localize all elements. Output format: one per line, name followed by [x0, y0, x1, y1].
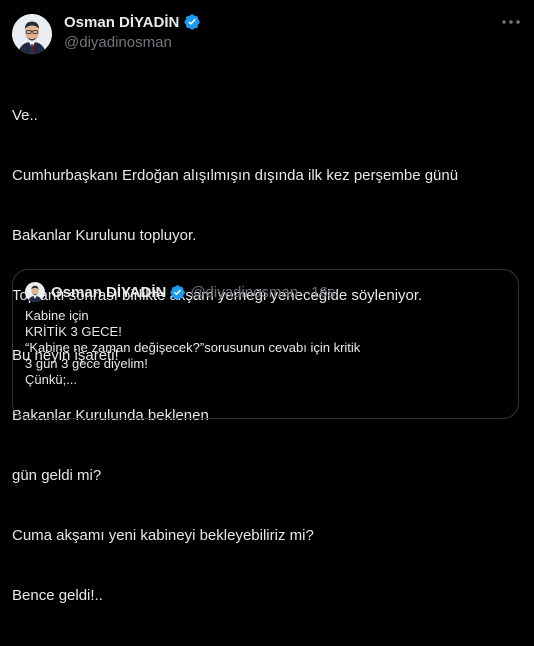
- tweet-text-line: Bence geldi!..: [12, 587, 103, 604]
- quoted-timestamp: 16s: [311, 283, 336, 301]
- more-options-button[interactable]: [498, 12, 524, 32]
- author-name-row: Osman DİYADİN: [64, 12, 201, 32]
- quoted-text-line: Kabine için: [25, 308, 89, 323]
- quoted-header: Osman DİYADİN @diyadinosman · 16s: [51, 282, 335, 302]
- quoted-text-line: 3 gün 3 gece diyelim!: [25, 356, 148, 371]
- quoted-author-handle: @diyadinosman: [190, 283, 299, 301]
- author-avatar[interactable]: [12, 14, 52, 54]
- quoted-tweet[interactable]: Osman DİYADİN @diyadinosman · 16s Kabine…: [12, 269, 519, 419]
- tweet-text-line: gün geldi mi?: [12, 467, 102, 484]
- tweet: Osman DİYADİN @diyadinosman Ve.. Cumhurb…: [0, 0, 534, 604]
- tweet-text-line: Ve..: [12, 107, 38, 124]
- tweet-text-line: Cuma akşamı yeni kabineyi bekleyebiliriz…: [12, 527, 314, 544]
- more-options-icon: [502, 20, 520, 24]
- separator-dot: ·: [302, 283, 308, 301]
- quoted-author-avatar: [25, 282, 45, 302]
- quoted-author-name: Osman DİYADİN: [51, 283, 167, 301]
- quoted-text-line: KRİTİK 3 GECE!: [25, 324, 122, 339]
- tweet-text-line: Cumhurbaşkanı Erdoğan alışılmışın dışınd…: [12, 167, 459, 184]
- verified-badge-icon: [169, 284, 186, 301]
- avatar-image: [12, 14, 52, 54]
- tweet-text-line: Bakanlar Kurulunu topluyor.: [12, 227, 197, 244]
- quoted-text-line: Çünkü;...: [25, 372, 78, 387]
- quoted-text-line: “Kabine ne zaman değişecek?”sorusunun ce…: [25, 340, 361, 355]
- quoted-tweet-text: Kabine için KRİTİK 3 GECE! “Kabine ne za…: [25, 308, 505, 388]
- verified-badge-icon: [183, 13, 201, 31]
- author-handle[interactable]: @diyadinosman: [64, 34, 172, 51]
- author-name[interactable]: Osman DİYADİN: [64, 14, 179, 31]
- avatar-image: [25, 282, 45, 302]
